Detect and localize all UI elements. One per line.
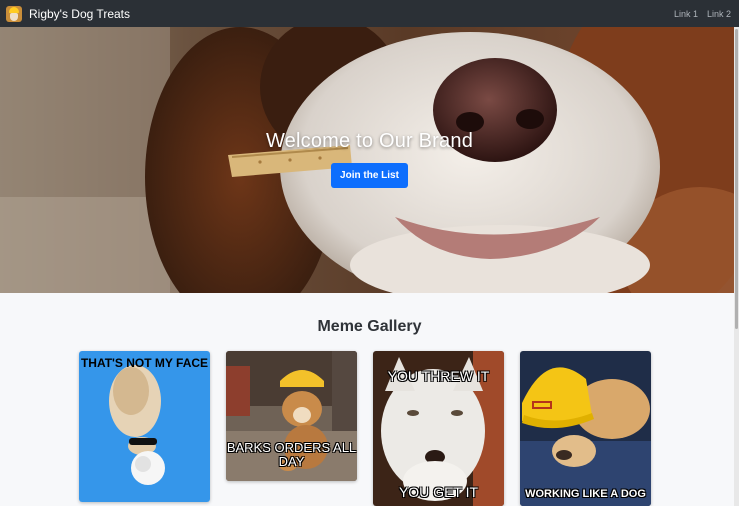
dog-logo-icon xyxy=(6,5,22,22)
brand-link[interactable]: Rigby's Dog Treats xyxy=(6,5,130,22)
upside-down-dog-photo xyxy=(79,351,210,502)
brand-name: Rigby's Dog Treats xyxy=(29,6,130,21)
scrollbar-thumb[interactable] xyxy=(735,29,738,329)
meme-card-4[interactable]: WORKING LIKE A DOG xyxy=(520,351,651,506)
join-list-button[interactable]: Join the List xyxy=(331,163,408,188)
nav-links: Link 1 Link 2 xyxy=(674,9,731,19)
white-dog-photo xyxy=(373,351,504,506)
navbar: Rigby's Dog Treats Link 1 Link 2 xyxy=(0,0,739,27)
nav-link-1[interactable]: Link 1 xyxy=(674,9,698,19)
page-scrollbar[interactable] xyxy=(734,27,739,506)
meme-card-3[interactable]: YOU THREW IT YOU GET IT xyxy=(373,351,504,506)
hero-title: Welcome to Our Brand xyxy=(265,130,474,152)
nav-link-2[interactable]: Link 2 xyxy=(707,9,731,19)
gallery-title: Meme Gallery xyxy=(317,318,422,335)
hero-content: Welcome to Our Brand Join the List xyxy=(0,27,739,293)
hero-banner: Welcome to Our Brand Join the List xyxy=(0,27,739,293)
dog-in-yellow-hardhat-photo xyxy=(520,351,651,506)
meme-card-2[interactable]: BARKS ORDERS ALL DAY xyxy=(226,351,357,481)
meme-card-1[interactable]: THAT'S NOT MY FACE xyxy=(79,351,210,502)
dog-in-hardhat-photo xyxy=(226,351,357,481)
